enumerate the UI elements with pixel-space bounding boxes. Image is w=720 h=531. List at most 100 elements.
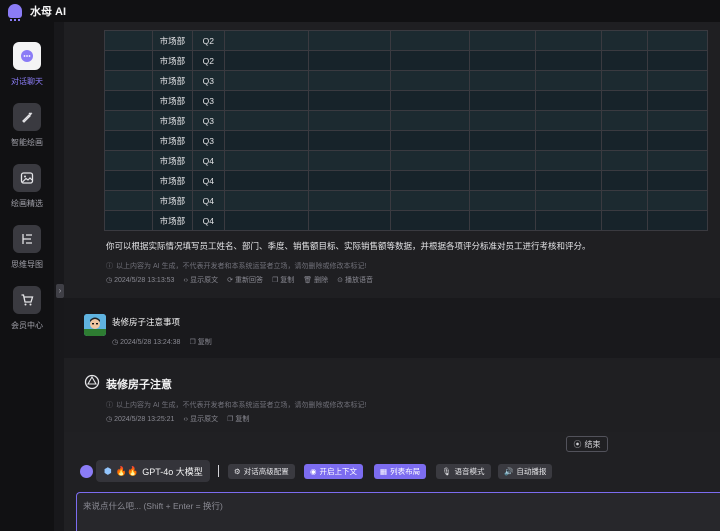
table-cell [601, 170, 649, 191]
list-layout-button[interactable]: ▦ 列表布局 [374, 464, 427, 479]
sidebar-item-painting[interactable]: 智能绘画 [0, 103, 54, 148]
app-title: 水母 AI [30, 6, 67, 18]
show-original-button[interactable]: ‹› 显示原文 [183, 275, 218, 285]
table-cell [307, 30, 391, 51]
advanced-config-button[interactable]: ⚙ 对话高级配置 [228, 464, 295, 479]
settings-circle-icon[interactable] [80, 465, 93, 478]
table-cell [389, 50, 471, 71]
table-cell [104, 50, 153, 71]
sidebar-item-gallery[interactable]: 绘画精选 [0, 164, 54, 209]
table-cell [469, 210, 537, 231]
table-cell [601, 130, 649, 151]
context-toggle-button[interactable]: ◉ 开启上下文 [304, 464, 364, 479]
table-cell [469, 110, 537, 131]
table-cell: Q2 [191, 30, 225, 51]
table-cell [647, 150, 708, 171]
auto-broadcast-button[interactable]: 🔊 自动播报 [498, 464, 553, 479]
table-cell [223, 90, 309, 111]
table-cell [307, 150, 391, 171]
table-cell [104, 110, 153, 131]
table-cell [104, 190, 153, 211]
table-cell: 市场部 [151, 150, 193, 171]
brush-icon [13, 103, 41, 131]
settings-icon: ⚙ [234, 467, 241, 476]
ai-message-meta: ◷ 2024/5/28 13:25:21 ‹› 显示原文 ❐ 复制 [106, 414, 249, 424]
table-row: 市场部 Q4 [104, 150, 708, 171]
stop-icon: ⦿ [573, 439, 582, 449]
info-icon: ⓘ [106, 402, 113, 409]
sidebar-item-mindmap[interactable]: 思维导图 [0, 225, 54, 270]
table-row: 市场部 Q3 [104, 70, 708, 91]
clock-icon: ◷ [106, 416, 113, 423]
model-label: GPT-4o 大模型 [142, 466, 203, 477]
table-cell [535, 30, 603, 51]
table-cell [223, 130, 309, 151]
mindmap-icon [13, 225, 41, 253]
table-cell [469, 90, 537, 111]
top-bar: 水母 AI [0, 0, 720, 22]
ai-message-title: 装修房子注意 [106, 379, 172, 391]
table-cell [647, 210, 708, 231]
table-cell [389, 70, 471, 91]
table-cell [601, 110, 649, 131]
table-cell: Q3 [191, 130, 225, 151]
timestamp: ◷ 2024/5/28 13:24:38 [112, 338, 181, 347]
table-cell: 市场部 [151, 130, 193, 151]
table-cell [601, 70, 649, 91]
table-cell [389, 170, 471, 191]
sidebar-item-label: 思维导图 [11, 260, 43, 269]
message-input-box[interactable] [76, 492, 720, 531]
end-button-label: 结束 [584, 439, 601, 449]
table-cell [469, 30, 537, 51]
code-icon: ‹› [183, 276, 189, 284]
table-cell [389, 110, 471, 131]
ai-message: 装修房子注意 ⓘ 以上内容为 AI 生成，不代表开发者和本系统运营者立场，请勿删… [64, 358, 720, 432]
regenerate-button[interactable]: ⟳ 重新回答 [227, 275, 263, 285]
table-row: 市场部 Q2 [104, 50, 708, 71]
table-cell [647, 90, 708, 111]
table-cell [601, 190, 649, 211]
table-cell [535, 190, 603, 211]
table-row: 市场部 Q4 [104, 170, 708, 191]
table-cell [535, 70, 603, 91]
table-cell [104, 30, 153, 51]
show-original-button[interactable]: ‹› 显示原文 [183, 414, 218, 424]
table-cell [307, 110, 391, 131]
table-cell: 市场部 [151, 110, 193, 131]
play-voice-button[interactable]: ⊙ 播放语音 [337, 275, 373, 285]
ai-disclaimer: ⓘ 以上内容为 AI 生成，不代表开发者和本系统运营者立场，请勿删除或修改本标记… [106, 261, 366, 271]
copy-icon: ❐ [227, 416, 234, 423]
sidebar-item-chat[interactable]: 对话聊天 [0, 42, 54, 87]
table-cell [535, 110, 603, 131]
table-cell [223, 70, 309, 91]
table-cell [647, 110, 708, 131]
message-input[interactable] [77, 493, 720, 519]
timestamp: ◷ 2024/5/28 13:13:53 [106, 276, 175, 285]
copy-button[interactable]: ❐ 复制 [272, 275, 294, 285]
table-row: 市场部 Q3 [104, 90, 708, 111]
table-cell [307, 190, 391, 211]
copy-button[interactable]: ❐ 复制 [227, 414, 249, 424]
model-selector[interactable]: ⬢ 🔥🔥 GPT-4o 大模型 [96, 460, 210, 482]
table-cell [647, 70, 708, 91]
chat-scroll-area[interactable]: 市场部 Q2 市场部 Q2 市场部 Q3 市场部 Q3 市场部 Q3 市场部 Q3 市场部 Q4 市场部 Q4… [64, 22, 720, 432]
table-cell [469, 70, 537, 91]
table-cell [307, 130, 391, 151]
table-cell [469, 170, 537, 191]
sidebar-item-membership[interactable]: 会员中心 [0, 286, 54, 331]
table-row: 市场部 Q4 [104, 210, 708, 231]
list-icon: ▦ [380, 467, 388, 476]
table-cell [223, 30, 309, 51]
disclaimer-text: 以上内容为 AI 生成，不代表开发者和本系统运营者立场，请勿删除或修改本标记! [116, 402, 367, 409]
table-cell: 市场部 [151, 30, 193, 51]
end-button[interactable]: ⦿ 结束 [566, 436, 608, 452]
copy-button[interactable]: ❐ 复制 [189, 337, 211, 347]
jellyfish-logo-icon [8, 4, 22, 21]
voice-mode-button[interactable]: 🎙 语音模式 [436, 464, 491, 479]
performance-table: 市场部 Q2 市场部 Q2 市场部 Q3 市场部 Q3 市场部 Q3 市场部 Q3 市场部 Q4 市场部 Q4… [104, 30, 708, 231]
delete-button[interactable]: 🗑 删除 [303, 275, 328, 285]
table-row: 市场部 Q2 [104, 30, 708, 51]
collapse-sidebar-handle[interactable]: › [56, 284, 64, 298]
clock-icon: ◷ [112, 339, 119, 346]
table-cell [389, 30, 471, 51]
